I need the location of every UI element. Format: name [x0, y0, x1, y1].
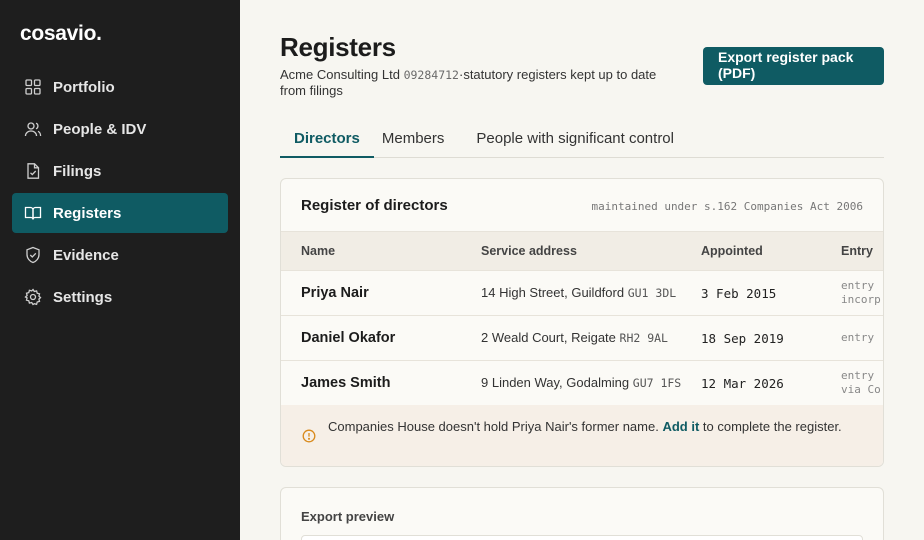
director-name: James Smith	[301, 375, 391, 391]
sidebar-item-portfolio[interactable]: Portfolio	[12, 67, 228, 107]
page-title: Registers	[280, 32, 396, 62]
column-header-address[interactable]: Service address	[481, 244, 577, 258]
export-preview-title: Export preview	[301, 509, 395, 524]
add-former-name-link[interactable]: Add it	[662, 419, 699, 434]
main-content: Registers Acme Consulting Ltd 09284712·s…	[240, 0, 924, 540]
sidebar-item-label: Portfolio	[53, 78, 115, 96]
address-line: 9 Linden Way, Godalming	[481, 375, 630, 390]
statutory-note: maintained under s.162 Companies Act 200…	[591, 200, 863, 213]
shield-check-icon	[26, 246, 40, 264]
tab-directors[interactable]: Directors	[280, 126, 374, 158]
gear-icon	[24, 288, 42, 306]
table-row[interactable]: James Smith 9 Linden Way, Godalming GU7 …	[281, 361, 883, 406]
former-name-notice: Companies House doesn't hold Priya Nair'…	[281, 405, 883, 466]
notice-message: Companies House doesn't hold Priya Nair'…	[328, 419, 659, 434]
table-row[interactable]: Daniel Okafor 2 Weald Court, Reigate RH2…	[281, 316, 883, 361]
sidebar: cosavio. Portfolio People & IDV Filings …	[0, 0, 240, 540]
table-row[interactable]: Priya Nair 14 High Street, Guildford GU1…	[281, 271, 883, 316]
warning-circle-icon	[302, 429, 316, 443]
entry-source: entry incorp	[841, 279, 881, 307]
entry-line: via Co	[841, 383, 881, 396]
sidebar-item-label: People & IDV	[53, 120, 147, 138]
tab-psc[interactable]: People with significant control	[460, 126, 688, 157]
appointed-date: 3 Feb 2015	[701, 286, 777, 301]
export-preview-card: Export preview	[280, 487, 884, 540]
postcode: RH2 9AL	[619, 331, 668, 345]
sidebar-item-label: Registers	[53, 204, 122, 222]
export-preview-frame	[301, 535, 863, 540]
service-address: 14 High Street, Guildford GU1 3DL	[481, 285, 676, 300]
users-icon	[24, 122, 42, 137]
service-address: 9 Linden Way, Godalming GU7 1FS	[481, 375, 681, 390]
column-header-appointed[interactable]: Appointed	[701, 244, 763, 258]
tab-members[interactable]: Members	[378, 126, 461, 157]
entry-line: entry	[841, 369, 875, 382]
sidebar-item-registers[interactable]: Registers	[12, 193, 228, 233]
entry-line: entry	[841, 279, 875, 292]
sidebar-nav: Portfolio People & IDV Filings Registers…	[12, 67, 228, 319]
sidebar-item-label: Evidence	[53, 246, 119, 264]
entry-line: entry	[841, 331, 875, 344]
notice-message-end: to complete the register.	[702, 419, 842, 434]
address-line: 14 High Street, Guildford	[481, 285, 625, 300]
service-address: 2 Weald Court, Reigate RH2 9AL	[481, 330, 668, 345]
grid-icon	[25, 79, 41, 95]
export-register-pack-button[interactable]: Export register pack (PDF)	[703, 47, 884, 85]
sidebar-item-people-idv[interactable]: People & IDV	[12, 109, 228, 149]
column-header-entry[interactable]: Entry	[841, 244, 873, 258]
notice-text: Companies House doesn't hold Priya Nair'…	[328, 419, 848, 435]
company-number: 09284712	[403, 68, 459, 82]
address-line: 2 Weald Court, Reigate	[481, 330, 616, 345]
sidebar-item-label: Settings	[53, 288, 113, 306]
file-check-icon	[27, 163, 40, 179]
sidebar-item-evidence[interactable]: Evidence	[12, 235, 228, 275]
column-header-name[interactable]: Name	[301, 244, 335, 258]
page-subtitle: Acme Consulting Ltd 09284712·statutory r…	[280, 67, 680, 99]
postcode: GU1 3DL	[627, 286, 677, 300]
book-open-icon	[24, 206, 42, 220]
table-header: Name Service address Appointed Entry	[281, 231, 883, 271]
director-name: Daniel Okafor	[301, 330, 396, 346]
director-name: Priya Nair	[301, 285, 369, 301]
sidebar-item-label: Filings	[53, 162, 102, 180]
register-of-directors-card: Register of directors maintained under s…	[280, 178, 884, 467]
appointed-date: 18 Sep 2019	[701, 331, 784, 346]
sidebar-item-settings[interactable]: Settings	[12, 277, 228, 317]
appointed-date: 12 Mar 2026	[701, 376, 784, 391]
entry-source: entry	[841, 331, 874, 345]
sidebar-item-filings[interactable]: Filings	[12, 151, 228, 191]
app-logo: cosavio.	[20, 22, 102, 45]
register-tabs: Directors Members People with significan…	[280, 126, 884, 158]
postcode: GU7 1FS	[632, 376, 682, 390]
card-title: Register of directors	[301, 197, 448, 214]
company-name: Acme Consulting Ltd	[280, 67, 400, 82]
entry-line: incorp	[841, 293, 881, 306]
entry-source: entry via Co	[841, 369, 881, 397]
